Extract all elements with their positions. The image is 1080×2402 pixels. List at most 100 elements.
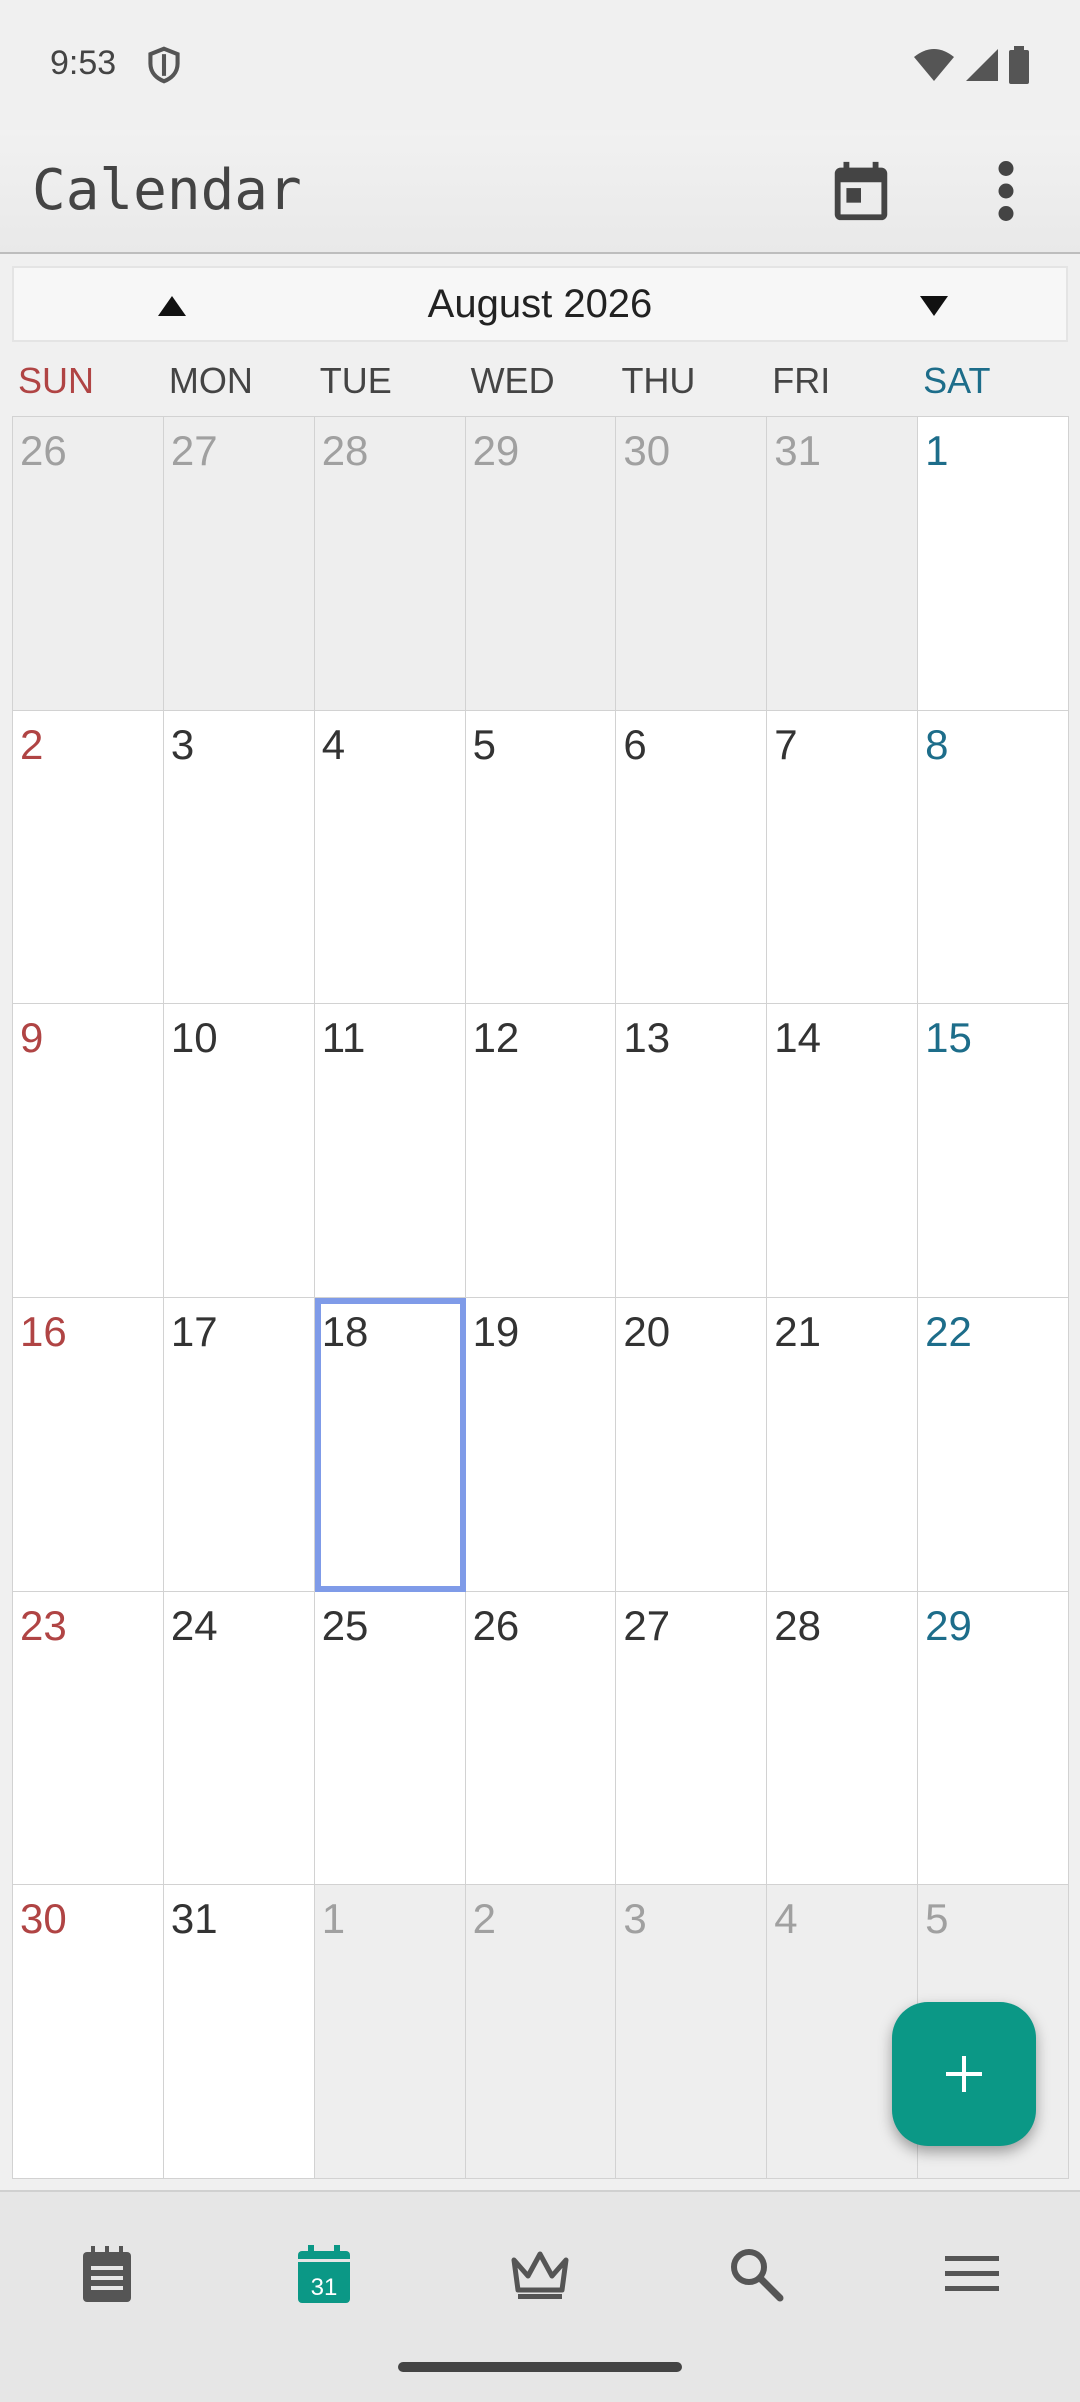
day-number: 29 — [472, 427, 520, 474]
calendar-day[interactable]: 17 — [163, 1297, 315, 1592]
calendar-today-icon[interactable] — [826, 156, 896, 226]
day-number: 11 — [321, 1014, 366, 1062]
weekday-header: SUN MON TUE WED THU FRI SAT — [12, 350, 1068, 416]
calendar-day[interactable]: 24 — [163, 1591, 315, 1886]
calendar-day[interactable]: 5 — [465, 710, 617, 1005]
day-number: 27 — [170, 427, 218, 474]
shield-icon — [148, 46, 180, 84]
calendar-day[interactable]: 23 — [13, 1591, 164, 1886]
nav-premium[interactable] — [500, 2234, 580, 2314]
calendar-day[interactable]: 2 — [13, 710, 164, 1005]
day-number: 5 — [925, 1895, 949, 1943]
signal-icon — [966, 49, 998, 81]
weekday-sat: SAT — [923, 360, 991, 401]
page-title: Calendar — [32, 158, 302, 223]
day-number: 14 — [774, 1014, 821, 1062]
day-number: 25 — [321, 1601, 369, 1649]
day-number: 2 — [472, 1895, 496, 1943]
day-number: 18 — [321, 1307, 369, 1355]
day-number: 4 — [774, 1895, 798, 1943]
calendar-day[interactable]: 9 — [13, 1004, 164, 1298]
wifi-icon — [914, 49, 954, 81]
nav-menu[interactable] — [932, 2234, 1012, 2314]
calendar-day[interactable]: 15 — [918, 1004, 1069, 1298]
calendar-day[interactable]: 21 — [767, 1297, 919, 1592]
calendar-day[interactable]: 12 — [465, 1004, 617, 1298]
status-icons — [912, 46, 1030, 84]
calendar-day[interactable]: 2 — [465, 1885, 617, 2179]
day-number: 26 — [472, 1601, 520, 1649]
calendar-day[interactable]: 29 — [465, 417, 617, 711]
day-number: 31 — [774, 427, 821, 474]
day-number: 3 — [623, 1895, 647, 1943]
calendar-day[interactable]: 13 — [616, 1004, 768, 1298]
day-number: 5 — [472, 720, 496, 768]
calendar-day[interactable]: 1 — [314, 1885, 466, 2179]
day-number: 1 — [925, 427, 949, 474]
weekday-sun: SUN — [18, 360, 95, 401]
day-number: 30 — [623, 427, 671, 474]
status-time: 9:53 — [50, 44, 117, 82]
calendar-day[interactable]: 22 — [918, 1297, 1069, 1592]
day-number: 20 — [623, 1307, 671, 1355]
day-number: 10 — [170, 1014, 218, 1062]
calendar-day[interactable]: 20 — [616, 1297, 768, 1592]
weekday-fri: FRI — [772, 360, 831, 401]
calendar-day[interactable]: 11 — [314, 1004, 466, 1298]
calendar-day[interactable]: 14 — [767, 1004, 919, 1298]
calendar-day[interactable]: 3 — [616, 1885, 768, 2179]
day-number: 27 — [623, 1601, 671, 1649]
nav-notes[interactable] — [67, 2234, 147, 2314]
battery-icon — [1009, 46, 1029, 84]
calendar-day[interactable]: 26 — [13, 417, 164, 711]
calendar-day[interactable]: 7 — [767, 710, 919, 1005]
calendar-day[interactable]: 28 — [767, 1591, 919, 1886]
day-number: 28 — [774, 1601, 821, 1649]
home-indicator[interactable] — [398, 2362, 682, 2372]
weekday-tue: TUE — [319, 360, 392, 401]
day-number: 15 — [925, 1014, 972, 1062]
day-number: 9 — [20, 1014, 44, 1062]
add-event-button[interactable] — [892, 2002, 1036, 2146]
nav-calendar[interactable]: 31 — [284, 2234, 364, 2314]
calendar-day[interactable]: 8 — [918, 710, 1069, 1005]
calendar-day[interactable]: 6 — [616, 710, 768, 1005]
day-number: 4 — [321, 720, 346, 768]
crown-icon — [511, 2251, 569, 2299]
calendar-day[interactable]: 30 — [616, 417, 768, 711]
calendar-icon: 31 — [298, 2245, 350, 2303]
day-number: 13 — [623, 1014, 671, 1062]
app-bar: Calendar — [0, 130, 1080, 254]
calendar-day[interactable]: 29 — [918, 1591, 1069, 1886]
day-number: 21 — [774, 1307, 821, 1355]
calendar-day[interactable]: 28 — [314, 417, 466, 711]
calendar-day[interactable]: 10 — [163, 1004, 315, 1298]
calendar-day[interactable]: 31 — [163, 1885, 315, 2179]
calendar-day[interactable]: 27 — [163, 417, 315, 711]
notepad-icon — [83, 2246, 131, 2302]
calendar-day[interactable]: 3 — [163, 710, 315, 1005]
plus-icon — [946, 2056, 982, 2092]
calendar-day[interactable]: 1 — [918, 417, 1069, 711]
more-options-icon[interactable] — [976, 156, 1036, 226]
day-number: 26 — [20, 427, 67, 474]
day-number: 31 — [170, 1895, 218, 1943]
day-number: 19 — [472, 1307, 520, 1355]
day-number: 24 — [170, 1601, 218, 1649]
search-icon — [731, 2249, 784, 2302]
nav-search[interactable] — [716, 2234, 796, 2314]
calendar-day[interactable]: 31 — [767, 417, 919, 711]
calendar-day[interactable]: 27 — [616, 1591, 768, 1886]
day-number: 16 — [20, 1307, 67, 1355]
calendar-day[interactable]: 4 — [314, 710, 466, 1005]
calendar-day[interactable]: 16 — [13, 1297, 164, 1592]
calendar-day-selected[interactable]: 18 — [314, 1297, 466, 1592]
day-number: 2 — [20, 720, 44, 768]
weekday-mon: MON — [168, 360, 253, 401]
calendar-day[interactable]: 25 — [314, 1591, 466, 1886]
next-month-icon[interactable] — [906, 284, 962, 328]
day-number: 12 — [472, 1014, 520, 1062]
calendar-day[interactable]: 26 — [465, 1591, 617, 1886]
calendar-day[interactable]: 19 — [465, 1297, 617, 1592]
calendar-day[interactable]: 30 — [13, 1885, 164, 2179]
